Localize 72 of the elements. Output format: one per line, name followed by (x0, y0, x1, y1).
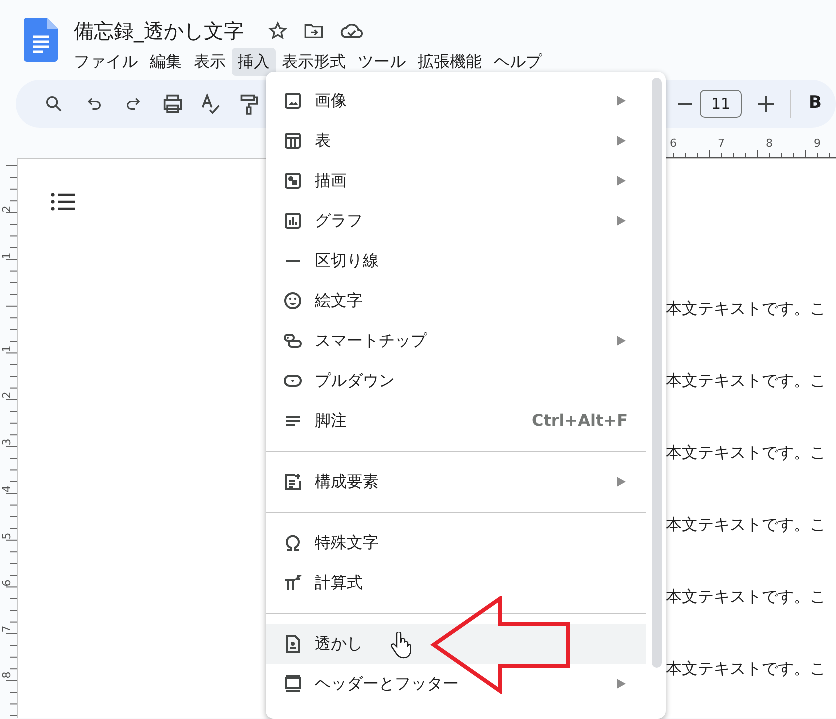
search-icon[interactable] (44, 94, 64, 114)
menu-item[interactable]: 挿入 (232, 48, 276, 76)
document-logo-icon[interactable] (24, 18, 58, 62)
chip-icon (284, 332, 302, 350)
omega-icon (284, 534, 302, 552)
drawing-icon (284, 172, 302, 190)
ruler-number: 1 (0, 252, 14, 260)
menu-item[interactable]: 編集 (144, 48, 188, 76)
menu-item[interactable]: 絵文字 (266, 281, 646, 321)
menu-item[interactable]: 透かし (266, 624, 646, 664)
move-folder-icon[interactable] (304, 22, 324, 40)
chart-icon (284, 212, 302, 230)
menu-item[interactable]: スマートチップ (266, 321, 646, 361)
document-stamp-icon (284, 635, 302, 653)
document-plus-icon (284, 473, 302, 491)
scrollbar[interactable] (652, 78, 662, 668)
ruler-number: 2 (0, 206, 14, 213)
menu-item[interactable]: ツール (352, 48, 412, 76)
menu-item[interactable]: 画像 (266, 81, 646, 121)
bulleted-list-icon[interactable] (51, 192, 75, 212)
menu-item[interactable]: 描画 (266, 161, 646, 201)
image-icon (284, 92, 302, 110)
spellcheck-icon[interactable] (201, 93, 221, 115)
ruler-number: 3 (0, 438, 14, 446)
ruler-number: 8 (0, 672, 14, 679)
ruler-number: 7 (0, 626, 14, 633)
ruler-number: 4 (0, 486, 14, 493)
body-text: 本文テキストです。こ (666, 587, 827, 608)
star-icon[interactable] (268, 21, 288, 41)
menu-item[interactable]: 計算式 (266, 563, 646, 603)
menu-item[interactable]: 特殊文字 (266, 523, 646, 563)
header-footer-icon (284, 675, 302, 693)
ruler-number: 8 (766, 136, 773, 152)
menu-item[interactable]: 脚注 Ctrl+Alt+F (266, 401, 646, 441)
ruler-number: 7 (718, 136, 725, 152)
ruler-number: 5 (0, 532, 14, 540)
ruler-number: 1 (0, 346, 14, 353)
menu-item[interactable]: 表示形式 (276, 48, 352, 76)
menu-item[interactable]: 区切り線 (266, 241, 646, 281)
minus-icon[interactable] (678, 102, 692, 106)
body-text: 本文テキストです。こ (666, 371, 827, 392)
dropdown-chip-icon (284, 372, 302, 390)
table-icon (284, 132, 302, 150)
menu-item[interactable]: ヘッダーとフッター (266, 664, 646, 704)
menu-item[interactable]: 表 (266, 121, 646, 161)
menu-item[interactable]: プルダウン (266, 361, 646, 401)
font-size-field[interactable]: 11 (700, 90, 742, 118)
body-text: 本文テキストです。こ (666, 659, 827, 680)
cloud-check-icon[interactable] (340, 22, 364, 40)
ruler-number: 6 (670, 136, 677, 152)
menu-item[interactable]: グラフ (266, 201, 646, 241)
ruler-number: 9 (814, 136, 821, 152)
menu-item[interactable]: ファイル (68, 48, 144, 76)
bold-button[interactable]: B (809, 91, 822, 117)
menu-item[interactable]: 表示 (188, 48, 232, 76)
hand-cursor-icon (391, 632, 411, 660)
print-icon[interactable] (162, 94, 184, 114)
document-title[interactable]: 備忘録_透かし文字 (74, 18, 244, 44)
ruler-number: 6 (0, 580, 14, 587)
smiley-icon (284, 292, 302, 310)
plus-icon[interactable] (758, 96, 774, 112)
menu-item[interactable]: 拡張機能 (412, 48, 488, 76)
menu-item[interactable]: 構成要素 (266, 462, 646, 502)
menu-item[interactable]: ヘルプ (488, 48, 548, 76)
body-text: 本文テキストです。こ (666, 299, 827, 320)
horizontal-line-icon (286, 260, 300, 262)
paint-roller-icon[interactable] (239, 93, 259, 115)
body-text: 本文テキストです。こ (666, 443, 827, 464)
pi-squared-icon (284, 574, 302, 592)
ruler-number: 2 (0, 392, 14, 399)
shortcut-text: Ctrl+Alt+F (532, 410, 628, 432)
body-text: 本文テキストです。こ (666, 515, 827, 536)
